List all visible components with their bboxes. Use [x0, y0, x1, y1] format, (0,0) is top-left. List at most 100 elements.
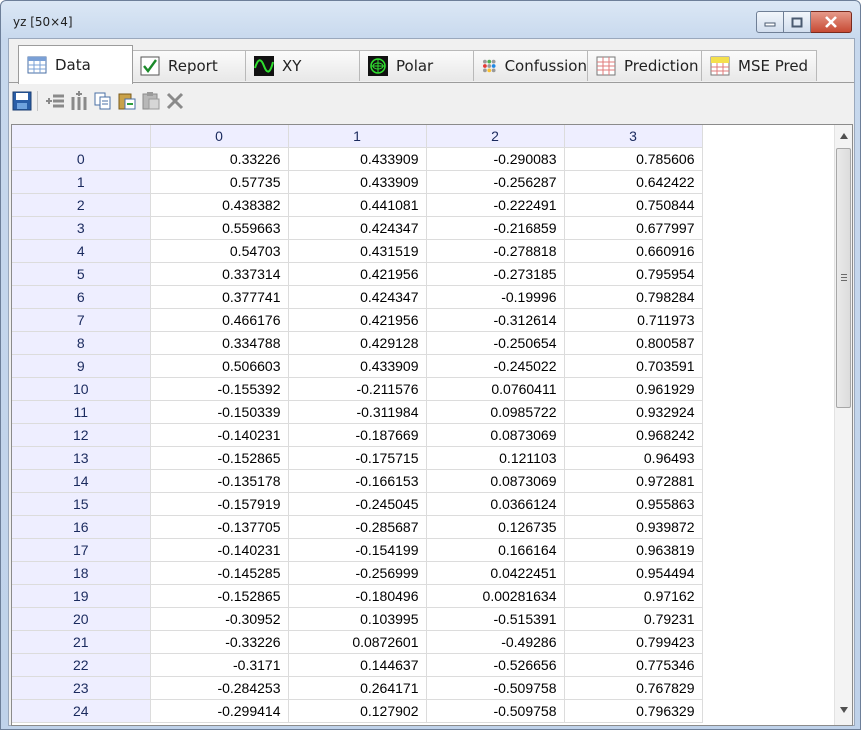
row-header[interactable]: 17 [12, 538, 151, 562]
row-header[interactable]: 11 [12, 400, 151, 424]
table-cell[interactable]: 0.334788 [150, 331, 289, 355]
table-cell[interactable]: 0.0872601 [288, 630, 427, 654]
table-cell[interactable]: -0.509758 [426, 676, 565, 700]
delete-button[interactable] [164, 90, 186, 112]
column-header[interactable]: 1 [288, 125, 427, 148]
table-cell[interactable]: 0.796329 [564, 699, 703, 723]
table-cell[interactable]: -0.19996 [426, 285, 565, 309]
table-cell[interactable]: 0.799423 [564, 630, 703, 654]
table-cell[interactable]: 0.0366124 [426, 492, 565, 516]
table-cell[interactable]: 0.0422451 [426, 561, 565, 585]
table-cell[interactable]: 0.795954 [564, 262, 703, 286]
table-cell[interactable]: 0.466176 [150, 308, 289, 332]
table-cell[interactable]: -0.245045 [288, 492, 427, 516]
insert-row-button[interactable] [44, 90, 66, 112]
table-cell[interactable]: 0.660916 [564, 239, 703, 263]
table-cell[interactable]: -0.222491 [426, 193, 565, 217]
row-header[interactable]: 13 [12, 446, 151, 470]
table-cell[interactable]: -0.256287 [426, 170, 565, 194]
row-header[interactable]: 20 [12, 607, 151, 631]
table-cell[interactable]: -0.175715 [288, 446, 427, 470]
table-cell[interactable]: 0.79231 [564, 607, 703, 631]
row-header[interactable]: 15 [12, 492, 151, 516]
table-cell[interactable]: 0.121103 [426, 446, 565, 470]
row-header[interactable]: 4 [12, 239, 151, 263]
table-cell[interactable]: -0.187669 [288, 423, 427, 447]
table-cell[interactable]: -0.152865 [150, 446, 289, 470]
table-cell[interactable]: -0.245022 [426, 354, 565, 378]
scroll-down-arrow[interactable] [835, 701, 852, 718]
row-header[interactable]: 24 [12, 699, 151, 723]
table-cell[interactable]: 0.798284 [564, 285, 703, 309]
copy-button[interactable] [92, 90, 114, 112]
table-cell[interactable]: 0.421956 [288, 262, 427, 286]
data-grid[interactable]: 0 1 2 3 0 0.33226 0.433909 -0.290083 0.78560… [11, 124, 853, 726]
table-cell[interactable]: 0.166164 [426, 538, 565, 562]
tab-confussion[interactable]: Confussion [473, 50, 588, 81]
table-cell[interactable]: 0.972881 [564, 469, 703, 493]
tab-data[interactable]: Data [18, 45, 133, 84]
table-cell[interactable]: 0.438382 [150, 193, 289, 217]
table-cell[interactable]: 0.96493 [564, 446, 703, 470]
table-cell[interactable]: -0.278818 [426, 239, 565, 263]
table-cell[interactable]: -0.284253 [150, 676, 289, 700]
table-cell[interactable]: 0.424347 [288, 285, 427, 309]
table-cell[interactable]: 0.711973 [564, 308, 703, 332]
table-cell[interactable]: -0.135178 [150, 469, 289, 493]
table-cell[interactable]: 0.103995 [288, 607, 427, 631]
table-cell[interactable]: -0.290083 [426, 147, 565, 171]
table-cell[interactable]: -0.180496 [288, 584, 427, 608]
table-cell[interactable]: 0.433909 [288, 170, 427, 194]
table-cell[interactable]: 0.939872 [564, 515, 703, 539]
table-cell[interactable]: 0.961929 [564, 377, 703, 401]
title-bar[interactable]: yz [50×4] [1, 1, 860, 37]
table-cell[interactable]: 0.97162 [564, 584, 703, 608]
table-cell[interactable]: 0.775346 [564, 653, 703, 677]
row-header[interactable]: 7 [12, 308, 151, 332]
row-header[interactable]: 3 [12, 216, 151, 240]
table-cell[interactable]: 0.377741 [150, 285, 289, 309]
table-cell[interactable]: 0.0985722 [426, 400, 565, 424]
table-cell[interactable]: -0.150339 [150, 400, 289, 424]
table-cell[interactable]: 0.642422 [564, 170, 703, 194]
table-cell[interactable]: -0.155392 [150, 377, 289, 401]
row-header[interactable]: 22 [12, 653, 151, 677]
table-cell[interactable]: 0.703591 [564, 354, 703, 378]
table-cell[interactable]: -0.211576 [288, 377, 427, 401]
table-cell[interactable]: 0.506603 [150, 354, 289, 378]
table-cell[interactable]: 0.954494 [564, 561, 703, 585]
tab-xy[interactable]: XY [245, 50, 360, 81]
table-cell[interactable]: -0.299414 [150, 699, 289, 723]
row-header[interactable]: 2 [12, 193, 151, 217]
table-cell[interactable]: -0.137705 [150, 515, 289, 539]
scroll-up-arrow[interactable] [835, 127, 852, 144]
paste-special-button[interactable] [116, 90, 138, 112]
table-cell[interactable]: 0.57735 [150, 170, 289, 194]
table-cell[interactable]: -0.166153 [288, 469, 427, 493]
table-cell[interactable]: 0.767829 [564, 676, 703, 700]
row-header[interactable]: 9 [12, 354, 151, 378]
table-cell[interactable]: -0.140231 [150, 423, 289, 447]
tab-prediction[interactable]: Prediction [587, 50, 702, 81]
table-cell[interactable]: 0.424347 [288, 216, 427, 240]
table-cell[interactable]: 0.955863 [564, 492, 703, 516]
table-cell[interactable]: -0.526656 [426, 653, 565, 677]
table-cell[interactable]: -0.30952 [150, 607, 289, 631]
row-header[interactable]: 12 [12, 423, 151, 447]
table-cell[interactable]: -0.311984 [288, 400, 427, 424]
table-cell[interactable]: 0.421956 [288, 308, 427, 332]
row-header[interactable]: 21 [12, 630, 151, 654]
table-cell[interactable]: -0.273185 [426, 262, 565, 286]
table-cell[interactable]: -0.515391 [426, 607, 565, 631]
table-cell[interactable]: -0.250654 [426, 331, 565, 355]
paste-button[interactable] [140, 90, 162, 112]
table-cell[interactable]: 0.800587 [564, 331, 703, 355]
table-cell[interactable]: -0.140231 [150, 538, 289, 562]
row-header[interactable]: 18 [12, 561, 151, 585]
table-cell[interactable]: 0.429128 [288, 331, 427, 355]
table-cell[interactable]: -0.157919 [150, 492, 289, 516]
tab-report[interactable]: Report [131, 50, 246, 81]
table-cell[interactable]: 0.33226 [150, 147, 289, 171]
table-cell[interactable]: 0.126735 [426, 515, 565, 539]
table-cell[interactable]: 0.433909 [288, 147, 427, 171]
